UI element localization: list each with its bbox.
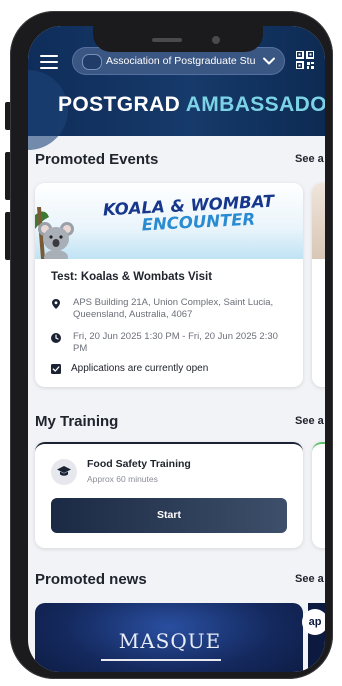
brand-word-postgrad: POSTGRAD bbox=[58, 93, 181, 116]
promoted-news-title: Promoted news bbox=[35, 571, 147, 588]
event-location-row: APS Building 21A, Union Complex, Saint L… bbox=[51, 297, 291, 323]
qr-code-icon[interactable] bbox=[296, 51, 314, 69]
promoted-news-see-all-link[interactable]: See a bbox=[295, 573, 324, 585]
training-card[interactable]: Food Safety Training Approx 60 minutes S… bbox=[35, 442, 303, 548]
news-banner-divider bbox=[101, 659, 221, 661]
event-status-row: Applications are currently open bbox=[51, 363, 291, 377]
check-square-icon bbox=[51, 364, 61, 374]
my-training-see-all-link[interactable]: See a bbox=[295, 415, 324, 427]
event-application-status: Applications are currently open bbox=[71, 363, 209, 374]
promoted-events-title: Promoted Events bbox=[35, 151, 159, 168]
training-duration: Approx 60 minutes bbox=[87, 474, 158, 484]
event-location: APS Building 21A, Union Complex, Saint L… bbox=[73, 297, 274, 320]
organisation-name: Association of Postgraduate Stu bbox=[106, 55, 256, 67]
training-badge bbox=[51, 459, 77, 485]
map-pin-icon bbox=[52, 299, 60, 309]
promoted-events-see-all-link[interactable]: See a bbox=[295, 153, 324, 165]
phone-camera bbox=[212, 36, 220, 44]
news-banner-title: MASQUE bbox=[118, 629, 222, 653]
event-time: Fri, 20 Jun 2025 1:30 PM - Fri, 20 Jun 2… bbox=[73, 331, 278, 354]
brand-word-ambassador: AMBASSADOR bbox=[185, 93, 325, 116]
chevron-down-icon bbox=[263, 57, 275, 65]
graduation-cap-icon bbox=[57, 466, 71, 476]
next-event-card-peek[interactable] bbox=[312, 183, 325, 387]
clock-icon bbox=[51, 333, 61, 343]
event-title: Test: Koalas & Wombats Visit bbox=[51, 271, 213, 283]
event-banner-text: KOALA & WOMBAT ENCOUNTER bbox=[88, 192, 290, 236]
start-training-button[interactable]: Start bbox=[51, 498, 287, 533]
event-card[interactable]: KOALA & WOMBAT ENCOUNTER Test: Koalas & … bbox=[35, 183, 303, 387]
hamburger-icon[interactable] bbox=[40, 55, 58, 69]
event-time-row: Fri, 20 Jun 2025 1:30 PM - Fri, 20 Jun 2… bbox=[51, 331, 291, 357]
app-screen: Association of Postgraduate Stu POSTGRAD… bbox=[28, 26, 325, 672]
organisation-logo-icon bbox=[82, 54, 102, 70]
next-training-card-peek[interactable] bbox=[312, 442, 325, 548]
phone-speaker bbox=[152, 38, 182, 42]
app-brand-title: POSTGRAD AMBASSADOR bbox=[58, 93, 325, 117]
event-banner-image: KOALA & WOMBAT ENCOUNTER bbox=[35, 183, 303, 259]
news-card[interactable]: MASQUE bbox=[35, 603, 303, 672]
training-name: Food Safety Training bbox=[87, 458, 191, 470]
koala-illustration-icon bbox=[35, 207, 74, 259]
my-training-title: My Training bbox=[35, 413, 119, 430]
aps-logo-badge: ap bbox=[302, 609, 325, 635]
